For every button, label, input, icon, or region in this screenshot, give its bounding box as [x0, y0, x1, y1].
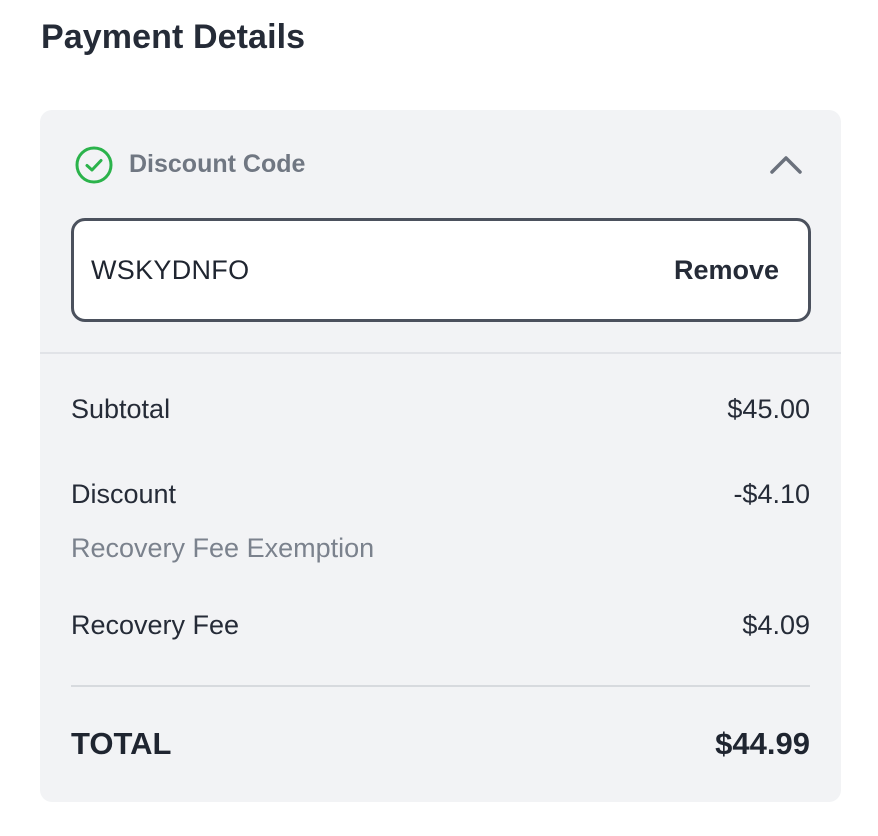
check-circle-icon — [74, 145, 114, 185]
page-title: Payment Details — [41, 18, 306, 56]
total-value: $44.99 — [715, 726, 810, 761]
discount-value: -$4.10 — [733, 479, 810, 509]
remove-discount-button[interactable]: Remove — [674, 255, 779, 286]
section-divider — [40, 352, 841, 354]
chevron-up-icon[interactable] — [764, 146, 808, 182]
discount-note: Recovery Fee Exemption — [71, 533, 375, 563]
discount-code-header[interactable]: Discount Code — [40, 110, 841, 216]
discount-code-field[interactable]: WSKYDNFO Remove — [71, 218, 811, 322]
discount-code-value[interactable]: WSKYDNFO — [91, 255, 249, 286]
recovery-fee-label: Recovery Fee — [71, 610, 240, 640]
payment-details-card: Discount Code WSKYDNFO Remove Subtotal $… — [40, 110, 841, 802]
discount-label: Discount — [71, 479, 177, 509]
discount-code-title: Discount Code — [129, 150, 306, 178]
total-divider — [71, 685, 810, 687]
recovery-fee-value: $4.09 — [742, 610, 810, 640]
total-label: TOTAL — [71, 726, 172, 761]
subtotal-value: $45.00 — [727, 394, 810, 424]
subtotal-label: Subtotal — [71, 394, 171, 424]
